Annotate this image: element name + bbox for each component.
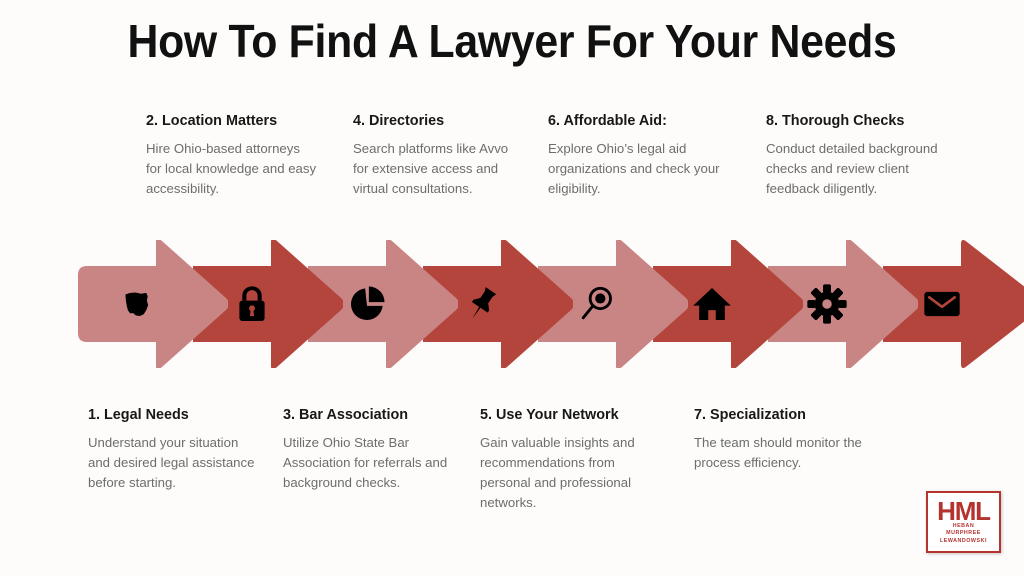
- step-heading-1: 1. Legal Needs: [88, 407, 189, 423]
- step-heading-7: 7. Specialization: [694, 407, 806, 423]
- logo-monogram: HML: [937, 495, 991, 526]
- envelope-icon: [921, 283, 963, 325]
- step-heading-3: 3. Bar Association: [283, 407, 409, 423]
- step-heading-8: 8. Thorough Checks: [766, 113, 905, 129]
- pushpin-icon: [461, 283, 503, 325]
- step-description-8: Conduct detailed background checks and r…: [766, 140, 938, 196]
- step-description-7: The team should monitor the process effi…: [694, 434, 862, 470]
- step-block-5: 5. Use Your Network Gain valuable insigh…: [480, 407, 660, 513]
- step-heading-4: 4. Directories: [353, 113, 445, 129]
- process-arrow-band: [78, 240, 1024, 368]
- ohio-state-map-icon: [116, 283, 158, 325]
- step-description-6: Explore Ohio’s legal aid organizations a…: [548, 140, 720, 196]
- step-description-3: Utilize Ohio State Bar Association for r…: [283, 434, 448, 490]
- step-description-1: Understand your situation and desired le…: [88, 434, 255, 490]
- step-description-4: Search platforms like Avvo for extensive…: [353, 140, 509, 196]
- step-description-5: Gain valuable insights and recommendatio…: [480, 434, 635, 510]
- step-heading-5: 5. Use Your Network: [480, 407, 619, 423]
- step-block-3: 3. Bar Association Utilize Ohio State Ba…: [283, 407, 455, 493]
- logo-name-line-3: LEWANDOWSKI: [940, 538, 987, 545]
- step-block-8: 8. Thorough Checks Conduct detailed back…: [766, 113, 938, 199]
- step-block-4: 4. Directories Search platforms like Avv…: [353, 113, 525, 199]
- pie-chart-icon: [346, 283, 388, 325]
- step-description-2: Hire Ohio-based attorneys for local know…: [146, 140, 317, 196]
- logo-name-line-2: MURPHREE: [946, 530, 981, 537]
- step-block-7: 7. Specialization The team should monito…: [694, 407, 866, 473]
- step-heading-6: 6. Affordable Aid:: [548, 113, 667, 129]
- page-title: How To Find A Lawyer For Your Needs: [127, 15, 897, 67]
- gear-icon: [806, 283, 848, 325]
- magnifying-glass-icon: [576, 283, 618, 325]
- arrow-step-1[interactable]: [78, 240, 228, 368]
- step-block-1: 1. Legal Needs Understand your situation…: [88, 407, 260, 493]
- step-block-2: 2. Location Matters Hire Ohio-based atto…: [146, 113, 318, 199]
- house-icon: [691, 283, 733, 325]
- padlock-icon: [231, 283, 273, 325]
- step-block-6: 6. Affordable Aid: Explore Ohio’s legal …: [548, 113, 720, 199]
- logo-name-line-1: HEBAN: [952, 522, 975, 529]
- step-heading-2: 2. Location Matters: [146, 113, 278, 129]
- firm-logo[interactable]: HML HEBAN MURPHREE LEWANDOWSKI: [926, 491, 1001, 553]
